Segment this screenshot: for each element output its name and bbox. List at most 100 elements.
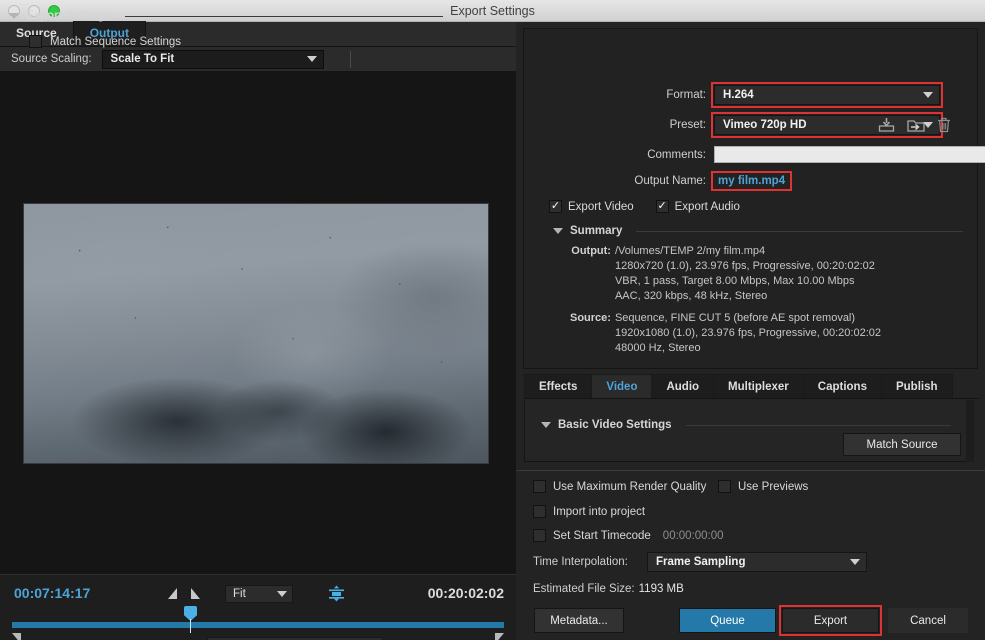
format-select[interactable]: H.264 [711, 82, 943, 108]
estimated-file-size-value: 1193 MB [638, 583, 684, 595]
estimated-file-size-label: Estimated File Size: [533, 583, 635, 595]
comments-input[interactable] [714, 146, 985, 163]
set-out-point-icon[interactable] [191, 588, 200, 599]
tab-effects[interactable]: Effects [524, 374, 593, 398]
preset-value: Vimeo 720p HD [723, 119, 807, 131]
export-video-checkbox[interactable]: ✓ [549, 200, 562, 213]
timeline-scrubber[interactable] [12, 606, 504, 633]
timeline-bar [12, 622, 504, 628]
zoom-level-select[interactable]: Fit [225, 585, 293, 603]
export-audio-row[interactable]: ✓ Export Audio [655, 200, 740, 213]
set-in-point-icon[interactable] [168, 588, 177, 599]
export-video-label: Export Video [568, 200, 634, 213]
disclosure-triangle-icon[interactable] [541, 422, 551, 428]
set-start-timecode-checkbox[interactable] [533, 529, 546, 542]
metadata-button[interactable]: Metadata... [534, 608, 624, 633]
match-sequence-settings-label: Match Sequence Settings [50, 35, 182, 48]
tab-publish[interactable]: Publish [880, 374, 953, 398]
start-timecode-value[interactable]: 00:00:00:00 [663, 530, 724, 542]
match-sequence-settings-checkbox[interactable] [29, 35, 42, 48]
summary-source-line-2: 1920x1080 (1.0), 23.976 fps, Progressive… [614, 327, 881, 339]
in-out-markers [168, 588, 200, 599]
chevron-down-icon [923, 92, 933, 98]
duration-timecode[interactable]: 00:20:02:02 [428, 585, 504, 601]
summary-output-line-4: AAC, 320 kbps, 48 kHz, Stereo [614, 290, 768, 302]
playhead-line [190, 619, 191, 633]
format-row: Format: H.264 [596, 82, 956, 108]
estimated-file-size-row: Estimated File Size: 1193 MB [533, 583, 684, 595]
match-source-button[interactable]: Match Source [843, 433, 961, 456]
toolbar-divider [350, 51, 351, 68]
max-render-quality-row[interactable]: Use Maximum Render Quality [533, 480, 706, 493]
tab-multiplexer[interactable]: Multiplexer [713, 374, 804, 398]
export-video-row[interactable]: ✓ Export Video [549, 200, 634, 213]
output-name-row: Output Name: my film.mp4 [552, 171, 793, 191]
bottom-options-area: Use Maximum Render Quality Use Previews … [516, 470, 985, 640]
disclosure-triangle-icon[interactable] [553, 228, 563, 234]
export-audio-label: Export Audio [674, 200, 740, 213]
set-start-timecode-row[interactable]: Set Start Timecode 00:00:00:00 [533, 529, 724, 542]
time-interpolation-select[interactable]: Frame Sampling [647, 552, 867, 572]
summary-title: Summary [570, 225, 623, 237]
source-scaling-row: Source Scaling: Scale To Fit [0, 47, 516, 72]
summary-section-header[interactable]: Summary [553, 225, 963, 237]
summary-source-key: Source: [570, 312, 611, 324]
delete-preset-icon[interactable] [937, 117, 951, 138]
match-sequence-settings-row[interactable]: Match Sequence Settings [29, 35, 181, 48]
summary-output-row: Output: /Volumes/TEMP 2/my film.mp4 [570, 244, 881, 259]
header-rule [636, 230, 963, 232]
header-rule [685, 424, 951, 426]
chevron-down-icon [277, 591, 287, 597]
import-into-project-label: Import into project [553, 505, 646, 518]
source-output-pane: Source Output Source Scaling: Scale To F… [0, 21, 516, 640]
import-into-project-checkbox[interactable] [533, 505, 546, 518]
export-media-checkboxes: ✓ Export Video ✓ Export Audio [549, 200, 740, 213]
preset-label: Preset: [669, 119, 706, 131]
basic-video-settings-header[interactable]: Basic Video Settings [541, 419, 951, 431]
max-render-quality-checkbox[interactable] [533, 480, 546, 493]
transport-controls: 00:07:14:17 00:20:02:02 Fit [0, 574, 516, 640]
export-settings-title: Export Settings [26, 10, 111, 22]
zoom-level-value: Fit [233, 588, 246, 600]
output-name-link[interactable]: my film.mp4 [710, 171, 793, 191]
summary-details: Output: /Volumes/TEMP 2/my film.mp4 1280… [570, 244, 881, 356]
preview-grain-overlay [24, 204, 488, 463]
current-timecode[interactable]: 00:07:14:17 [14, 585, 90, 601]
use-previews-checkbox[interactable] [718, 480, 731, 493]
max-render-quality-label: Use Maximum Render Quality [553, 480, 707, 493]
dialog-button-bar: Metadata... Queue Export Cancel [516, 604, 985, 640]
export-settings-window: Export Settings Source Output Source Sca… [0, 0, 985, 640]
video-preview-frame[interactable] [23, 203, 489, 464]
comments-row: Comments: [584, 146, 985, 163]
summary-source-row: Source: Sequence, FINE CUT 5 (before AE … [570, 311, 881, 326]
save-preset-icon[interactable] [878, 117, 895, 138]
time-interpolation-label: Time Interpolation: [533, 556, 628, 568]
chevron-down-icon [306, 56, 317, 62]
tab-captions[interactable]: Captions [802, 374, 882, 398]
export-audio-checkbox[interactable]: ✓ [655, 200, 669, 213]
range-in-handle[interactable] [12, 633, 21, 640]
summary-output-line-2: 1280x720 (1.0), 23.976 fps, Progressive,… [614, 260, 875, 272]
time-interpolation-value: Frame Sampling [656, 556, 746, 568]
export-button[interactable]: Export [779, 605, 882, 636]
tab-video[interactable]: Video [591, 374, 653, 398]
header-rule [124, 15, 443, 17]
queue-button[interactable]: Queue [679, 608, 776, 633]
source-scaling-value: Scale To Fit [110, 53, 175, 65]
source-range-icon[interactable] [328, 585, 345, 602]
import-into-project-row[interactable]: Import into project [533, 505, 645, 518]
basic-video-settings-title: Basic Video Settings [558, 419, 672, 431]
disclosure-triangle-icon[interactable] [9, 13, 19, 19]
video-panel-scrollbar[interactable] [966, 400, 974, 462]
source-scaling-select[interactable]: Scale To Fit [101, 49, 324, 69]
use-previews-row[interactable]: Use Previews [718, 480, 808, 493]
export-preset-icon[interactable] [907, 117, 925, 138]
tab-audio[interactable]: Audio [651, 374, 715, 398]
export-settings-section-header[interactable]: Export Settings [9, 10, 443, 22]
format-label: Format: [666, 89, 706, 101]
chevron-down-icon [850, 559, 860, 565]
summary-output-line-1: /Volumes/TEMP 2/my film.mp4 [614, 245, 766, 257]
settings-tab-bar: Effects Video Audio Multiplexer Captions… [524, 374, 979, 399]
cancel-button[interactable]: Cancel [888, 608, 968, 633]
range-out-handle[interactable] [495, 633, 504, 640]
